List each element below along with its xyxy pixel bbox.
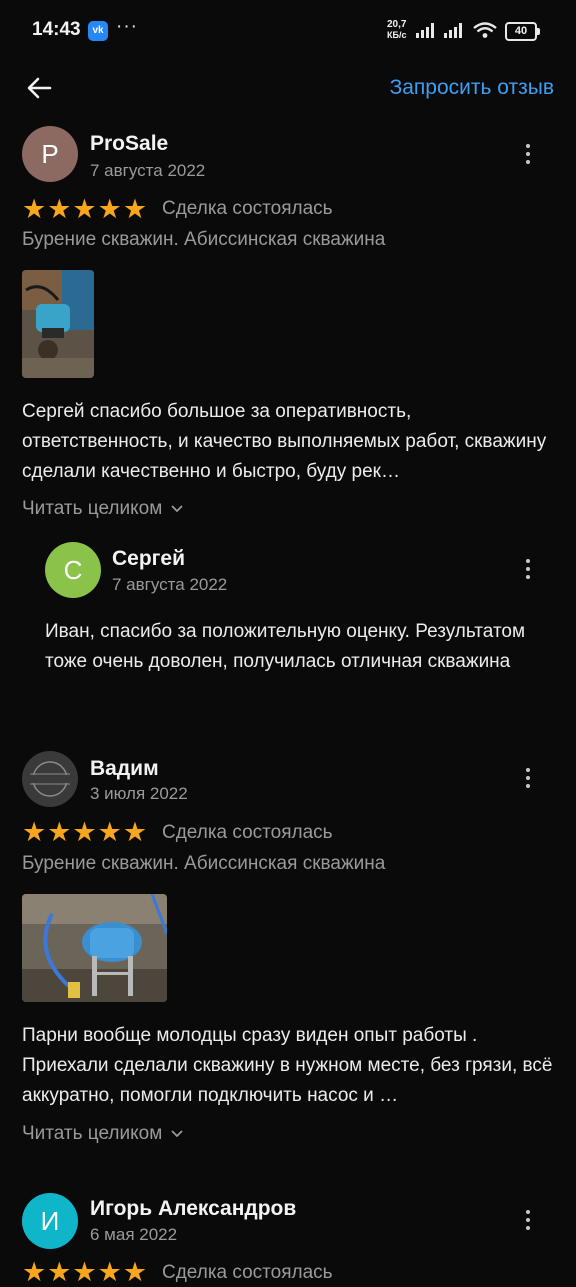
back-button[interactable] (24, 72, 56, 104)
avatar-logo-icon (22, 751, 78, 807)
signal-icons (414, 20, 504, 45)
reply-author-name: Сергей (112, 547, 186, 570)
read-more-link[interactable]: Читать целиком (22, 1123, 184, 1145)
avatar (22, 751, 78, 807)
more-options-icon[interactable] (516, 764, 540, 794)
review-text: Парни вообще молодцы сразу виден опыт ра… (22, 1025, 553, 1106)
cell-signal-icon (416, 22, 497, 38)
read-more-link[interactable]: Читать целиком (22, 498, 184, 520)
more-options-icon[interactable] (516, 1206, 540, 1236)
reviewer-name: Игорь Александров (90, 1197, 297, 1220)
network-speed-unit: КБ/с (387, 30, 407, 40)
review-date: 6 мая 2022 (90, 1225, 178, 1244)
review-date: 3 июля 2022 (90, 784, 188, 803)
rating-stars: ★★★★★ (22, 1257, 149, 1287)
rating-stars: ★★★★★ (22, 817, 149, 847)
network-speed: 20,7 КБ/с (387, 19, 407, 41)
vk-notification-icon: vk (88, 21, 108, 41)
deal-status: Сделка состоялась (162, 822, 333, 843)
more-notifications-icon: ··· (116, 16, 138, 37)
reviewer-name: ProSale (90, 132, 169, 155)
read-more-label: Читать целиком (22, 1123, 163, 1144)
request-review-button[interactable]: Запросить отзыв (390, 76, 554, 100)
avatar: И (22, 1193, 78, 1249)
reply-more-options-icon[interactable] (516, 555, 540, 585)
more-options-icon[interactable] (516, 140, 540, 170)
review-photo[interactable] (22, 894, 167, 1002)
review-photo[interactable] (22, 270, 94, 378)
review-text: Сергей спасибо большое за оперативность,… (22, 401, 547, 482)
reply-text: Иван, спасибо за положительную оценку. Р… (45, 621, 526, 672)
reply-avatar: С (45, 542, 101, 598)
chevron-down-icon (170, 1130, 183, 1138)
read-more-label: Читать целиком (22, 498, 163, 519)
avatar: P (22, 126, 78, 182)
reply-date: 7 августа 2022 (112, 575, 228, 594)
status-bar: 14:43 vk ··· 20,7 КБ/с 40 (0, 0, 576, 60)
status-time: 14:43 (32, 19, 81, 40)
chevron-down-icon (170, 505, 183, 513)
deal-status: Сделка состоялась (162, 1262, 333, 1283)
battery-icon: 40 (505, 22, 540, 41)
arrow-left-icon (27, 77, 52, 99)
review-date: 7 августа 2022 (90, 161, 206, 180)
network-speed-value: 20,7 (387, 19, 407, 30)
service-name: Бурение скважин. Абиссинская скважина (22, 229, 386, 250)
service-name: Бурение скважин. Абиссинская скважина (22, 853, 386, 874)
deal-status: Сделка состоялась (162, 198, 333, 219)
reviewer-name: Вадим (90, 757, 159, 780)
rating-stars: ★★★★★ (22, 194, 149, 224)
